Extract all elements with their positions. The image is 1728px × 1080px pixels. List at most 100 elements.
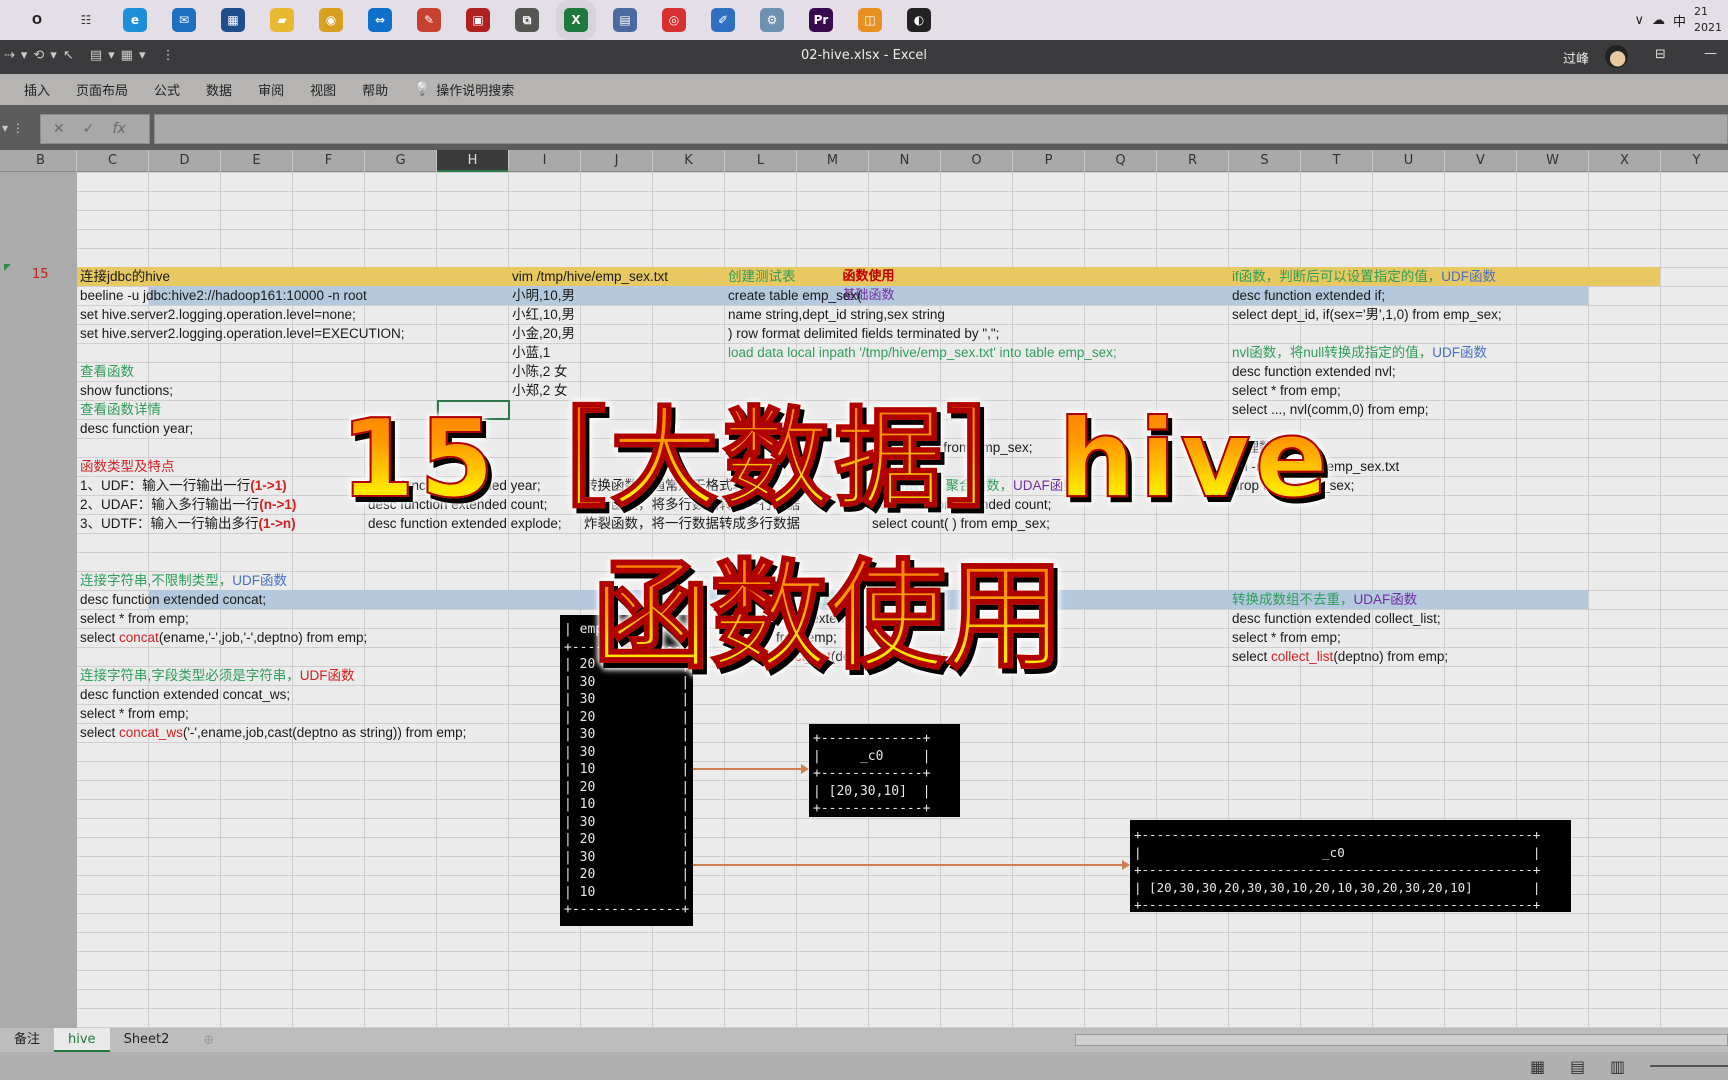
cancel-icon[interactable]: ✕ (53, 121, 65, 137)
user-name[interactable]: 过峰 (1563, 48, 1589, 67)
cell-C25[interactable]: select * from emp; (80, 704, 189, 723)
ribbon-tab-2[interactable]: 公式 (154, 80, 180, 99)
column-header-L[interactable]: L (725, 150, 797, 172)
tell-me-search[interactable]: 操作说明搜索 (436, 80, 514, 99)
cell-C13[interactable]: 1、UDF：输入一行输出一行(1->1) (80, 476, 287, 495)
column-header-I[interactable]: I (509, 150, 581, 172)
column-header-H[interactable]: H (437, 150, 509, 172)
zoom-slider[interactable] (1650, 1065, 1728, 1067)
cell-S21[interactable]: select * from emp; (1232, 628, 1341, 647)
cell-C23[interactable]: 连接字符串,字段类型必须是字符串，UDF函数 (80, 666, 355, 685)
column-header-T[interactable]: T (1301, 150, 1373, 172)
cell-L6[interactable]: load data local inpath '/tmp/hive/emp_se… (728, 343, 1117, 362)
page-break-view-icon[interactable]: ▥ (1610, 1057, 1625, 1076)
ribbon-tab-4[interactable]: 审阅 (258, 80, 284, 99)
column-header-C[interactable]: C (77, 150, 149, 172)
clock[interactable]: 21 2021 (1694, 4, 1722, 36)
ribbon-tab-6[interactable]: 帮助 (362, 80, 388, 99)
avatar[interactable] (1605, 45, 1628, 68)
cell-L4[interactable]: name string,dept_id string,sex string (728, 305, 945, 324)
column-header-F[interactable]: F (293, 150, 365, 172)
file-explorer-icon[interactable]: ▰ (270, 8, 294, 32)
cell-L3[interactable]: create table emp_sex( (728, 286, 862, 305)
app-red-icon[interactable]: ◎ (662, 8, 686, 32)
mail-icon[interactable]: ✉ (172, 8, 196, 32)
cell-C19[interactable]: desc function extended concat; (80, 590, 266, 609)
column-header-W[interactable]: W (1517, 150, 1589, 172)
column-header-O[interactable]: O (941, 150, 1013, 172)
sheet-tab-Sheet2[interactable]: Sheet2 (110, 1028, 184, 1052)
cell-C7[interactable]: 查看函数 (80, 362, 134, 381)
cell-C9[interactable]: 查看函数详情 (80, 400, 161, 419)
column-header-U[interactable]: U (1373, 150, 1445, 172)
cell-C10[interactable]: desc function year; (80, 419, 193, 438)
teamviewer-icon[interactable]: ⇔ (368, 8, 392, 32)
cell-C21[interactable]: select concat(ename,'-',job,'-',deptno) … (80, 628, 367, 647)
sheet-tab-hive[interactable]: hive (54, 1028, 110, 1052)
column-header-G[interactable]: G (365, 150, 437, 172)
cell-S4[interactable]: select dept_id, if(sex='男',1,0) from emp… (1232, 305, 1502, 324)
normal-view-icon[interactable]: ▦ (1530, 1057, 1545, 1076)
column-header-R[interactable]: R (1157, 150, 1229, 172)
cell-C15[interactable]: 3、UDTF：输入一行输出多行(1->n) (80, 514, 296, 533)
premiere-icon[interactable]: Pr (809, 8, 833, 32)
cell-I2[interactable]: vim /tmp/hive/emp_sex.txt (512, 267, 668, 286)
cell-C24[interactable]: desc function extended concat_ws; (80, 685, 290, 704)
column-header-E[interactable]: E (221, 150, 293, 172)
column-header-V[interactable]: V (1445, 150, 1517, 172)
cell-I6[interactable]: 小蓝,1 (512, 343, 550, 362)
enter-icon[interactable]: ✓ (83, 121, 95, 137)
remote-icon[interactable]: ▤ (613, 8, 637, 32)
obs-icon[interactable]: ◐ (907, 8, 931, 32)
ribbon-display-options-icon[interactable]: ⊟ (1655, 47, 1666, 62)
ribbon-tab-3[interactable]: 数据 (206, 80, 232, 99)
cell-L5[interactable]: ) row format delimited fields terminated… (728, 324, 999, 343)
edge-icon[interactable]: e (123, 8, 147, 32)
task-view-icon[interactable]: ☷ (74, 8, 98, 32)
ribbon-tab-5[interactable]: 视图 (310, 80, 336, 99)
app-orange-icon[interactable]: ◫ (858, 8, 882, 32)
page-layout-view-icon[interactable]: ▤ (1570, 1057, 1585, 1076)
cell-C12[interactable]: 函数类型及特点 (80, 457, 175, 476)
cell-S20[interactable]: desc function extended collect_list; (1232, 609, 1441, 628)
column-header-D[interactable]: D (149, 150, 221, 172)
settings-app-icon[interactable]: ⚙ (760, 8, 784, 32)
column-header-J[interactable]: J (581, 150, 653, 172)
insert-function-icon[interactable]: fx (112, 121, 125, 137)
ribbon-tab-1[interactable]: 页面布局 (76, 80, 128, 99)
cell-C18[interactable]: 连接字符串,不限制类型，UDF函数 (80, 571, 287, 590)
notepad-icon[interactable]: ✐ (711, 8, 735, 32)
cell-I5[interactable]: 小金,20,男 (512, 324, 575, 343)
cell-C2[interactable]: 连接jdbc的hive (80, 267, 170, 286)
cell-I4[interactable]: 小红,10,男 (512, 305, 575, 324)
cell-C26[interactable]: select concat_ws('-',ename,job,cast(dept… (80, 723, 466, 742)
tray-chevron-icon[interactable]: ∨ (1634, 13, 1644, 28)
sheet-tab-备注[interactable]: 备注 (0, 1028, 54, 1052)
cell-S3[interactable]: desc function extended if; (1232, 286, 1385, 305)
app-icon[interactable]: ✎ (417, 8, 441, 32)
chrome-icon[interactable]: ◉ (319, 8, 343, 32)
horizontal-scrollbar[interactable] (1075, 1034, 1728, 1046)
column-header-X[interactable]: X (1589, 150, 1661, 172)
column-header-N[interactable]: N (869, 150, 941, 172)
pdf-icon[interactable]: ▣ (466, 8, 490, 32)
onedrive-icon[interactable]: ☁ (1652, 13, 1665, 28)
column-header-B[interactable]: B (5, 150, 77, 172)
cell-C20[interactable]: select * from emp; (80, 609, 189, 628)
cell-C3[interactable]: beeline -u jdbc:hive2://hadoop161:10000 … (80, 286, 367, 305)
minimize-button[interactable]: — (1704, 46, 1717, 61)
formula-input[interactable] (154, 114, 1728, 144)
cell-S6[interactable]: nvl函数，将null转换成指定的值，UDF函数 (1232, 343, 1487, 362)
cell-C8[interactable]: show functions; (80, 381, 173, 400)
cell-I3[interactable]: 小明,10,男 (512, 286, 575, 305)
cortana-icon[interactable]: O (25, 8, 49, 32)
ime-indicator[interactable]: 中 (1673, 11, 1686, 30)
cell-C4[interactable]: set hive.server2.logging.operation.level… (80, 305, 356, 324)
excel-icon[interactable]: X (564, 8, 588, 32)
cell-S2[interactable]: if函数，判断后可以设置指定的值，UDF函数 (1232, 267, 1496, 286)
cell-S19[interactable]: 转换成数组不去重，UDAF函数 (1232, 590, 1417, 609)
column-header-Y[interactable]: Y (1661, 150, 1728, 172)
column-header-M[interactable]: M (797, 150, 869, 172)
name-box-dropdown[interactable]: ▾ ⋮ (0, 114, 32, 144)
network-icon[interactable]: ⧉ (515, 8, 539, 32)
